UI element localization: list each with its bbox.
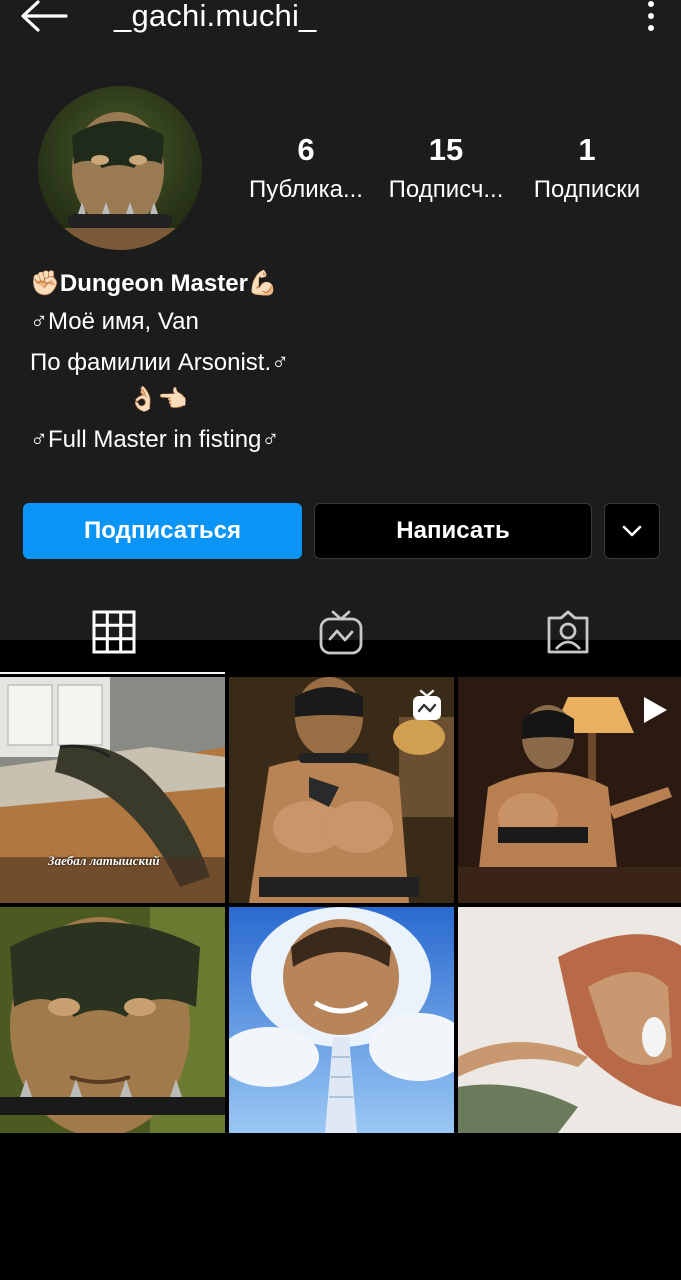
active-tab-indicator: [0, 672, 225, 674]
post-thumbnail-4[interactable]: [0, 907, 225, 1133]
stat-posts-label: Публика...: [249, 176, 363, 203]
tab-igtv[interactable]: [227, 590, 454, 674]
vertical-dots-icon: [648, 1, 654, 31]
bio-line-1: ♂Моё имя, Van: [30, 308, 199, 335]
play-icon: [644, 697, 667, 723]
igtv-icon: [413, 689, 441, 720]
igtv-badge: [412, 689, 442, 726]
message-button[interactable]: Написать: [314, 503, 592, 559]
video-badge: [641, 695, 669, 730]
profile-tabs: [0, 590, 681, 676]
top-bar: _gachi.muchi_: [0, 0, 681, 40]
bio-name-text: Dungeon Master: [59, 270, 248, 297]
alligator-photo: [0, 677, 225, 903]
profile-username: _gachi.muchi_: [114, 0, 317, 33]
stat-posts[interactable]: 6 Публика...: [236, 132, 376, 204]
flexed-biceps-emoji: 💪🏻: [247, 270, 278, 297]
bio-display-name: ✊🏻Dungeon Master💪🏻: [30, 272, 278, 296]
post-thumbnail-1[interactable]: Заебал латышский: [0, 677, 225, 903]
suggested-dropdown-button[interactable]: [604, 503, 660, 559]
grid-icon: [92, 610, 135, 654]
tab-posts-grid[interactable]: [0, 590, 227, 674]
stat-followers-label: Подписч...: [388, 176, 504, 203]
bio-line-2: По фамилии Arsonist.♂: [30, 349, 290, 376]
avatar-photo: [38, 86, 202, 250]
post-thumbnail-6[interactable]: [458, 907, 681, 1133]
fist-emoji: ✊🏻: [30, 270, 60, 297]
chevron-down-icon: [622, 525, 642, 537]
bio-line-4: ♂Full Master in fisting♂: [30, 426, 280, 453]
profile-avatar[interactable]: [38, 86, 202, 250]
bio-line-3: 👌🏻👈🏻: [128, 386, 188, 413]
igtv-icon: [319, 610, 362, 655]
back-button[interactable]: [18, 0, 74, 34]
follow-button[interactable]: Подписаться: [23, 503, 302, 559]
post-caption: Заебал латышский: [48, 853, 160, 868]
more-options-button[interactable]: [639, 0, 663, 36]
post-thumbnail-5[interactable]: [229, 907, 454, 1133]
stat-following[interactable]: 1 Подписки: [517, 132, 657, 204]
stat-following-count: 1: [578, 132, 596, 167]
post-thumbnail-2[interactable]: [229, 677, 454, 903]
tab-tagged[interactable]: [454, 590, 681, 674]
stat-followers[interactable]: 15 Подписч...: [376, 132, 516, 204]
stat-following-label: Подписки: [533, 176, 641, 203]
stat-followers-count: 15: [428, 132, 464, 167]
stat-posts-count: 6: [297, 132, 315, 167]
masked-face-photo: [0, 907, 225, 1133]
post-thumbnail-3[interactable]: [458, 677, 681, 903]
arrow-left-icon: [21, 0, 68, 32]
heaven-clouds-photo: [229, 907, 454, 1133]
tagged-icon: [547, 610, 588, 654]
creation-parody-photo: [458, 907, 681, 1133]
